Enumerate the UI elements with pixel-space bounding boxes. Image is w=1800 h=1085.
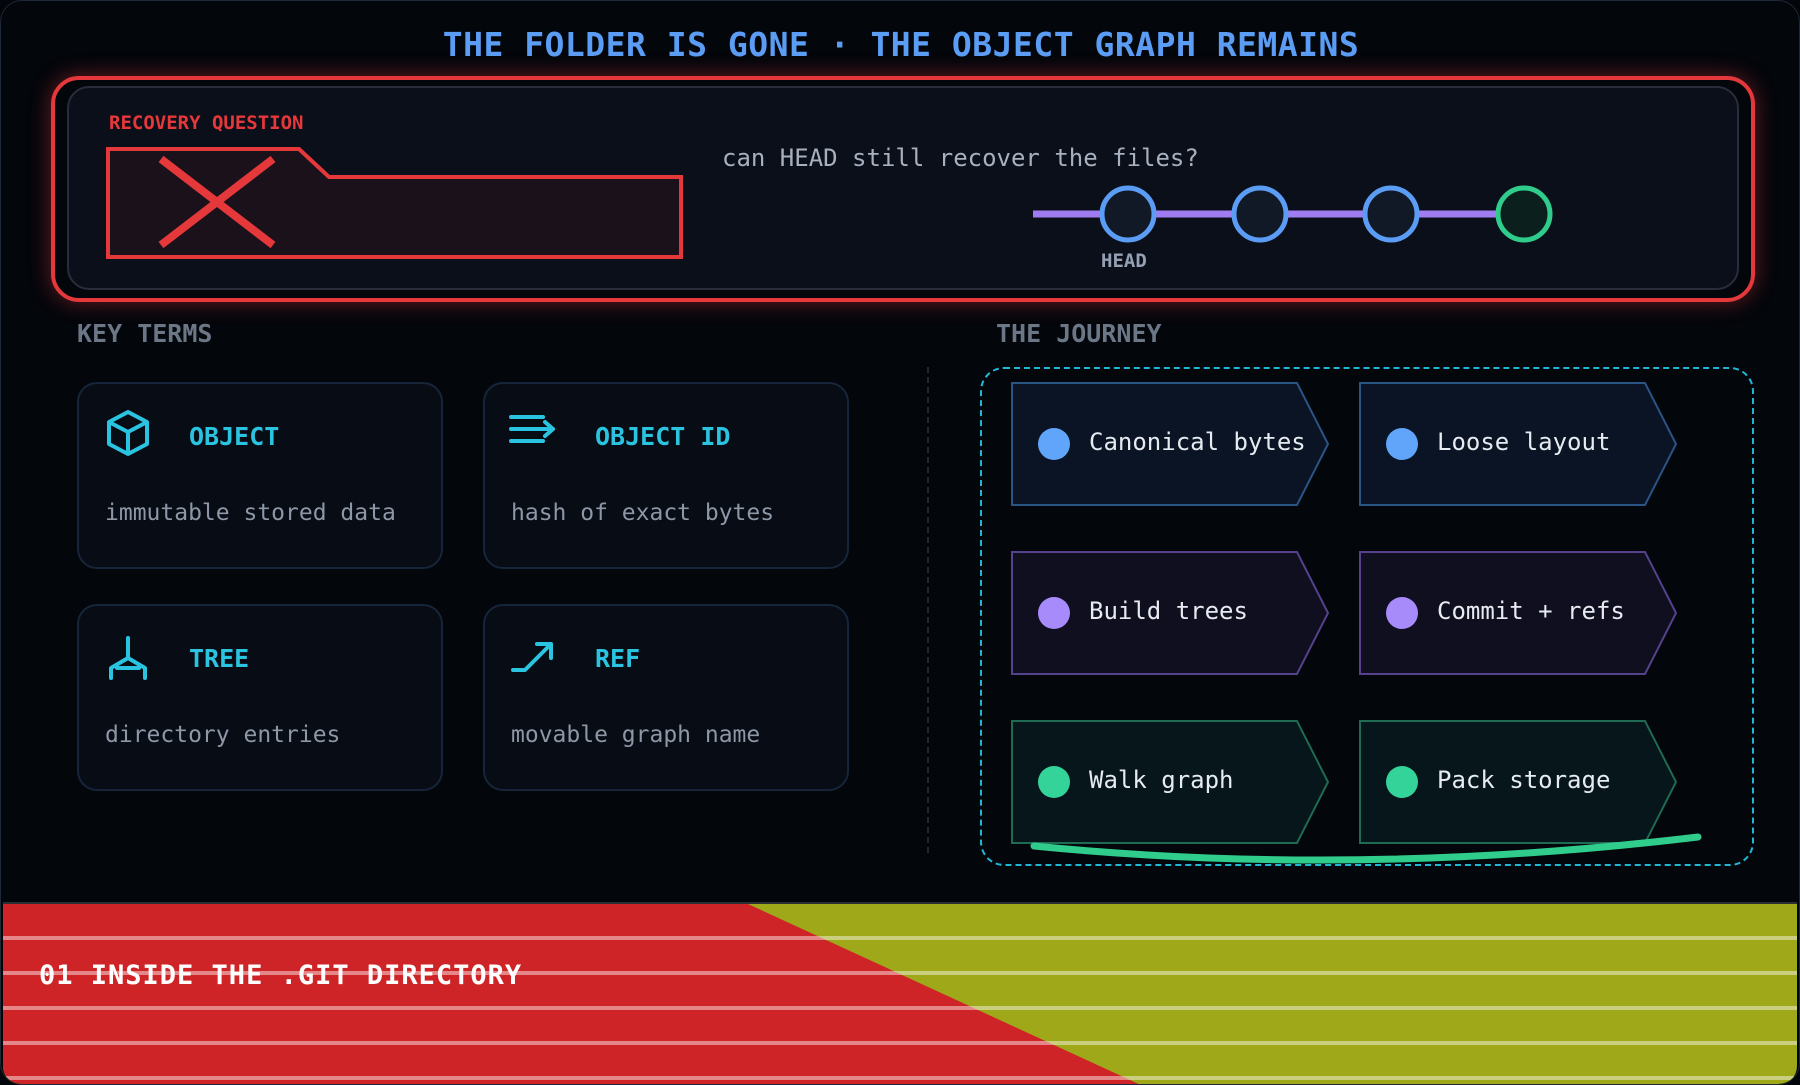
- journey-step: Canonical bytes: [1011, 382, 1331, 506]
- term-card-tree: TREE directory entries: [77, 604, 443, 791]
- tree-branch-icon: [109, 636, 147, 680]
- step-label: Loose layout: [1437, 428, 1611, 456]
- journey-step: Build trees: [1011, 551, 1331, 675]
- step-label: Commit + refs: [1437, 597, 1625, 625]
- term-title: REF: [595, 644, 641, 673]
- term-desc: immutable stored data: [105, 500, 396, 526]
- lines-arrow-icon: [509, 415, 555, 443]
- section-divider: [927, 367, 929, 853]
- slide-frame: THE FOLDER IS GONE · THE OBJECT GRAPH RE…: [0, 0, 1800, 1085]
- slide-title: THE FOLDER IS GONE · THE OBJECT GRAPH RE…: [442, 25, 1360, 64]
- step-dot: [1386, 597, 1418, 629]
- deleted-folder-icon: [106, 147, 683, 259]
- term-desc: directory entries: [105, 722, 341, 748]
- step-label: Canonical bytes: [1089, 428, 1306, 456]
- term-title: OBJECT ID: [595, 422, 731, 451]
- journey-underline: [1030, 833, 1702, 864]
- head-label: HEAD: [1101, 250, 1147, 272]
- term-card-object: OBJECT immutable stored data: [77, 382, 443, 569]
- term-title: TREE: [189, 644, 250, 673]
- step-dot: [1038, 428, 1070, 460]
- step-label: Build trees: [1089, 597, 1248, 625]
- step-label: Pack storage: [1437, 766, 1611, 794]
- term-desc: movable graph name: [511, 722, 761, 748]
- step-dot: [1386, 428, 1418, 460]
- step-dot: [1038, 597, 1070, 629]
- footer-banner: 01 INSIDE THE .GIT DIRECTORY: [3, 902, 1797, 1084]
- term-card-object-id: OBJECT ID hash of exact bytes: [483, 382, 849, 569]
- term-desc: hash of exact bytes: [511, 500, 775, 526]
- commit-node: [1231, 185, 1289, 243]
- cube-icon: [107, 410, 149, 456]
- recovery-label: RECOVERY QUESTION: [109, 112, 304, 134]
- commit-node-head: [1099, 185, 1157, 243]
- journey-heading: THE JOURNEY: [996, 319, 1162, 348]
- commit-chain: [1033, 185, 1553, 243]
- section-label: 01 INSIDE THE .GIT DIRECTORY: [39, 960, 523, 991]
- step-dot: [1038, 766, 1070, 798]
- step-label: Walk graph: [1089, 766, 1234, 794]
- commit-node: [1362, 185, 1420, 243]
- step-dot: [1386, 766, 1418, 798]
- journey-step: Commit + refs: [1359, 551, 1679, 675]
- journey-step: Loose layout: [1359, 382, 1679, 506]
- up-right-arrow-icon: [511, 642, 553, 672]
- commit-node-tip: [1495, 185, 1553, 243]
- term-card-ref: REF movable graph name: [483, 604, 849, 791]
- key-terms-heading: KEY TERMS: [77, 319, 213, 348]
- recovery-question: can HEAD still recover the files?: [722, 144, 1199, 172]
- term-title: OBJECT: [189, 422, 280, 451]
